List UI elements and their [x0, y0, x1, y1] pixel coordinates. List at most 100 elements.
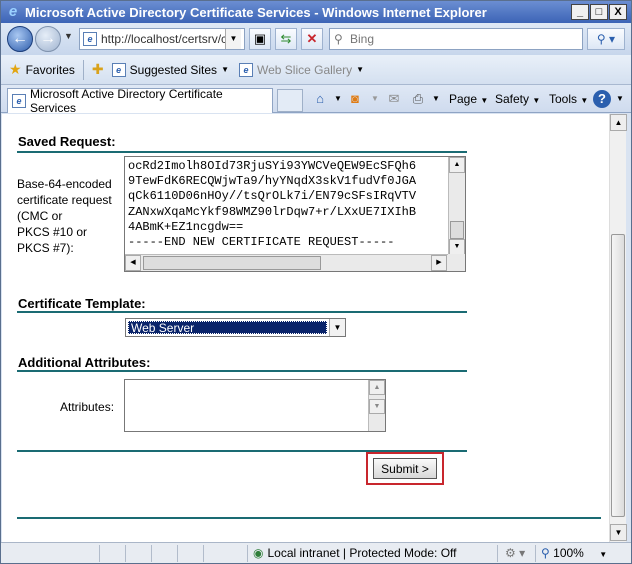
security-zone-text: Local intranet | Protected Mode: Off [267, 546, 457, 560]
scroll-down-arrow-icon[interactable]: ▼ [369, 399, 385, 414]
new-tab-button[interactable] [277, 89, 303, 112]
tab-bar: e Microsoft Active Directory Certificate… [1, 85, 631, 115]
title-bar: e Microsoft Active Directory Certificate… [1, 1, 631, 23]
certificate-template-heading: Certificate Template: [18, 296, 146, 311]
chevron-down-icon[interactable]: ▼ [329, 319, 345, 336]
scroll-down-arrow-icon[interactable]: ▼ [610, 524, 627, 541]
page-scroll-thumb[interactable] [611, 234, 625, 517]
refresh-icon: ⇆ [280, 31, 292, 46]
scroll-up-arrow-icon[interactable]: ▲ [369, 380, 385, 395]
suggested-sites-dropdown-icon[interactable]: ▼ [221, 65, 229, 74]
web-slice-dropdown-icon[interactable]: ▼ [356, 65, 364, 74]
status-pane [497, 545, 498, 562]
back-button[interactable]: ← [7, 26, 33, 52]
saved-request-textarea[interactable]: ocRd2Imolh8OId73RjuSYi93YWCVeQEW9EcSFQh6… [124, 156, 466, 272]
scroll-right-arrow-icon[interactable]: ▶ [431, 255, 447, 271]
zoom-control[interactable]: ⚲ 100% ▼ [541, 546, 607, 560]
search-input[interactable] [348, 31, 568, 47]
search-button[interactable]: ⚲ ▾ [587, 28, 625, 50]
forward-button[interactable]: → [35, 26, 61, 52]
attributes-scrollbar[interactable]: ▲ ▼ [368, 380, 385, 431]
status-pane [535, 545, 536, 562]
browser-window: e Microsoft Active Directory Certificate… [0, 0, 632, 564]
address-bar[interactable]: e http://localhost/certsrv/c ▼ [79, 28, 245, 50]
additional-attributes-heading: Additional Attributes: [18, 355, 151, 370]
divider [17, 370, 467, 372]
certificate-template-select[interactable]: Web Server ▼ [125, 318, 346, 337]
safety-menu-label: Safety [495, 92, 530, 106]
scroll-up-arrow-icon[interactable]: ▲ [610, 114, 627, 131]
local-intranet-icon: ◉ [253, 546, 264, 560]
attributes-label: Attributes: [60, 400, 115, 414]
help-dropdown-icon[interactable]: ▼ [611, 90, 629, 108]
textarea-horizontal-scrollbar[interactable]: ◀ ▶ [125, 254, 449, 271]
feeds-dropdown-icon[interactable]: ▼ [366, 90, 384, 108]
print-icon[interactable]: ⎙ [409, 90, 427, 108]
home-icon[interactable]: ⌂ [311, 90, 329, 108]
suggested-sites-icon: e [111, 62, 126, 77]
security-zone[interactable]: ◉ Local intranet | Protected Mode: Off [253, 546, 456, 560]
ie-icon: e [8, 3, 18, 20]
scroll-left-arrow-icon[interactable]: ◀ [125, 255, 141, 271]
status-pane [247, 545, 248, 562]
help-icon[interactable]: ? [593, 90, 611, 108]
favorites-button[interactable]: Favorites [26, 63, 75, 77]
saved-request-heading: Saved Request: [18, 134, 116, 149]
recent-pages-dropdown-icon[interactable]: ▼ [64, 31, 73, 41]
base64-request-label: Base-64-encoded certificate request (CMC… [17, 176, 112, 256]
tab-page-icon: e [12, 94, 26, 108]
home-dropdown-icon[interactable]: ▼ [329, 90, 347, 108]
compatibility-view-button[interactable]: ▣ [249, 28, 271, 50]
refresh-button[interactable]: ⇆ [275, 28, 297, 50]
toolbar-separator [82, 59, 84, 80]
minimize-button[interactable]: _ [571, 4, 589, 20]
close-button[interactable]: X [609, 4, 627, 20]
tab-title: Microsoft Active Directory Certificate S… [30, 87, 223, 115]
divider [17, 517, 601, 519]
status-bar: ◉ Local intranet | Protected Mode: Off ⚙… [1, 542, 631, 563]
web-slice-gallery-button[interactable]: Web Slice Gallery [257, 63, 352, 77]
scroll-up-arrow-icon[interactable]: ▲ [449, 157, 465, 173]
scroll-thumb[interactable] [450, 221, 464, 239]
search-go-icon: ⚲ ▾ [596, 32, 616, 46]
safety-menu-chevron-icon: ▼ [532, 96, 541, 105]
divider [17, 151, 467, 153]
stop-icon: ✕ [306, 31, 318, 46]
safety-menu[interactable]: Safety ▼ [495, 90, 540, 108]
tools-menu-label: Tools [549, 92, 578, 106]
label-line: PKCS #10 or [17, 225, 88, 239]
scroll-down-arrow-icon[interactable]: ▼ [449, 239, 465, 255]
stop-button[interactable]: ✕ [301, 28, 323, 50]
page-menu[interactable]: Page ▼ [449, 90, 488, 108]
maximize-button[interactable]: □ [590, 4, 608, 20]
tools-menu-chevron-icon: ▼ [580, 96, 589, 105]
status-pane [177, 545, 178, 562]
navigation-bar: ← → ▼ e http://localhost/certsrv/c ▼ ▣ ⇆… [1, 23, 631, 55]
add-favorite-icon[interactable]: ✚ [92, 61, 104, 78]
compatibility-icon: ▣ [253, 31, 267, 46]
attributes-textarea[interactable]: ▲ ▼ [124, 379, 386, 432]
zoom-dropdown-icon[interactable]: ▼ [599, 550, 607, 559]
page-menu-label: Page [449, 92, 478, 106]
submit-button[interactable]: Submit > [373, 458, 437, 479]
label-line: certificate request [17, 193, 112, 207]
tools-menu[interactable]: Tools ▼ [549, 90, 588, 108]
address-dropdown-icon[interactable]: ▼ [225, 29, 241, 49]
tab-current[interactable]: e Microsoft Active Directory Certificate… [7, 87, 273, 115]
scroll-thumb[interactable] [143, 256, 321, 270]
textarea-vertical-scrollbar[interactable]: ▲ ▼ [448, 157, 465, 256]
certificate-template-value[interactable]: Web Server [128, 321, 327, 335]
address-url[interactable]: http://localhost/certsrv/c [101, 32, 225, 46]
scrollbar-corner [448, 254, 465, 271]
favorites-star-icon[interactable]: ★ [9, 61, 22, 78]
print-dropdown-icon[interactable]: ▼ [427, 90, 445, 108]
read-mail-icon[interactable]: ✉ [385, 90, 403, 108]
suggested-sites-button[interactable]: Suggested Sites [130, 63, 217, 77]
page-vertical-scrollbar[interactable]: ▲ ▼ [609, 114, 627, 542]
page-content: Saved Request: Base-64-encoded certifica… [2, 114, 609, 542]
protected-mode-icon[interactable]: ⚙ ▾ [505, 546, 525, 560]
request-text[interactable]: ocRd2Imolh8OId73RjuSYi93YWCVeQEW9EcSFQh6… [128, 159, 446, 255]
favorites-bar: ★ Favorites ✚ e Suggested Sites ▼ e Web … [1, 55, 631, 85]
search-box[interactable]: ⚲ [329, 28, 583, 50]
feeds-icon[interactable]: ◙ [346, 90, 364, 108]
